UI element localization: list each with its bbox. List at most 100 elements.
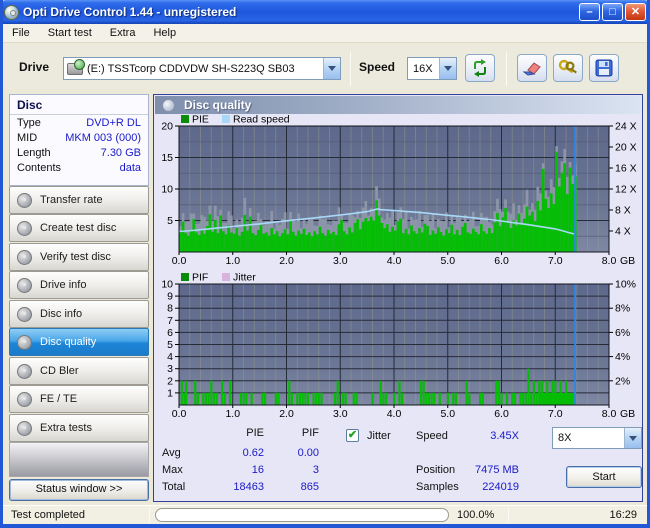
svg-text:Jitter: Jitter <box>233 272 256 284</box>
disc-quality-panel: Disc quality 5 10 15 20 4 X8 X 12 X 16 X 20 X 24… <box>153 94 643 502</box>
sidebar-item-label: Transfer rate <box>40 194 103 206</box>
speed-select-arrow[interactable] <box>439 58 456 79</box>
avg-pif-value: 0.00 <box>297 447 319 459</box>
refresh-arrows-icon <box>474 59 486 77</box>
svg-text:10%: 10% <box>615 279 636 291</box>
pie-readspeed-chart: 5 10 15 20 4 X 8 X 12 X 16 X 20 X 24 X 0.0 1.0 2.0 3.… <box>161 114 637 267</box>
menu-extra[interactable]: Extra <box>101 25 145 41</box>
svg-text:5.0: 5.0 <box>440 255 455 267</box>
disc-icon <box>17 334 32 350</box>
svg-text:2: 2 <box>167 375 173 387</box>
drive-select-value: (E:) TSSTcorp CDDVDW SH-S223Q SB03 <box>87 62 295 75</box>
menu-file[interactable]: File <box>3 25 39 41</box>
disc-mid-row: MID MKM 003 (000) <box>10 130 148 145</box>
minimize-button[interactable]: – <box>579 3 600 21</box>
disc-length-value: 7.30 GB <box>100 146 141 159</box>
status-window-button[interactable]: Status window >> <box>9 479 149 501</box>
close-button[interactable]: ✕ <box>625 3 646 21</box>
svg-text:0.0: 0.0 <box>172 408 187 420</box>
refresh-button[interactable] <box>465 54 495 82</box>
avg-label: Avg <box>162 447 181 459</box>
svg-text:6.0: 6.0 <box>494 408 509 420</box>
sidebar-item-label: Extra tests <box>40 422 92 434</box>
disc-icon <box>17 420 32 436</box>
speed-select[interactable]: 16X <box>407 57 457 80</box>
progress-percent: 100.0% <box>457 509 495 521</box>
panel-header: Disc quality <box>155 96 641 114</box>
sidebar-item-label: CD Bler <box>40 365 79 377</box>
sidebar-item-label: Create test disc <box>40 222 117 234</box>
menu-help[interactable]: Help <box>144 25 185 41</box>
test-speed-select[interactable]: 8X <box>552 427 642 449</box>
position-stat-label: Position <box>416 464 456 476</box>
speed-label: Speed <box>359 60 396 74</box>
jitter-checkbox[interactable]: ✔ <box>346 429 359 442</box>
panel-title: Disc quality <box>184 98 252 112</box>
register-button[interactable] <box>553 54 583 82</box>
disc-icon <box>17 192 32 208</box>
max-pie-value: 16 <box>251 464 264 476</box>
svg-text:5: 5 <box>167 215 173 227</box>
eraser-icon <box>522 62 541 76</box>
svg-text:8 X: 8 X <box>615 205 631 217</box>
toolbar: Drive (E:) TSSTcorp CDDVDW SH-S223Q SB03… <box>3 44 647 90</box>
disc-type-label: Type <box>17 116 41 129</box>
maximize-button[interactable]: □ <box>602 3 623 21</box>
svg-text:3.0: 3.0 <box>333 255 348 267</box>
sidebar-filler <box>9 442 149 477</box>
window-title: Opti Drive Control 1.44 - unregistered <box>23 5 237 19</box>
svg-text:7.0: 7.0 <box>548 408 563 420</box>
disc-icon <box>17 391 32 407</box>
svg-text:6%: 6% <box>615 327 630 339</box>
svg-text:3: 3 <box>167 363 173 375</box>
disc-contents-label: Contents <box>17 161 62 174</box>
disc-icon <box>17 220 32 236</box>
drive-select[interactable]: (E:) TSSTcorp CDDVDW SH-S223Q SB03 <box>63 57 341 80</box>
svg-text:1.0: 1.0 <box>225 408 240 420</box>
clock-text: 16:29 <box>609 509 637 521</box>
test-speed-select-arrow[interactable] <box>624 428 641 448</box>
svg-text:9: 9 <box>167 291 173 303</box>
disc-length-label: Length <box>17 146 51 159</box>
sidebar-item-transfer-rate[interactable]: Transfer rate <box>9 186 149 214</box>
svg-text:20: 20 <box>161 121 173 133</box>
max-pif-value: 3 <box>312 464 319 476</box>
save-button[interactable] <box>589 54 619 82</box>
sidebar-item-create-test-disc[interactable]: Create test disc <box>9 214 149 242</box>
sidebar-item-cd-bler[interactable]: CD Bler <box>9 357 149 385</box>
svg-text:6.0: 6.0 <box>494 255 509 267</box>
disc-length-row: Length 7.30 GB <box>10 145 148 160</box>
sidebar-item-disc-quality[interactable]: Disc quality <box>9 328 149 356</box>
erase-disc-button[interactable] <box>517 54 547 82</box>
svg-text:PIE: PIE <box>192 114 209 126</box>
menu-start-test[interactable]: Start test <box>39 25 101 41</box>
svg-text:15: 15 <box>161 152 173 164</box>
svg-text:8%: 8% <box>615 303 630 315</box>
disc-icon <box>17 277 32 293</box>
drive-label: Drive <box>19 60 50 74</box>
svg-text:4.0: 4.0 <box>387 255 402 267</box>
app-icon <box>4 4 19 20</box>
sidebar-item-disc-info[interactable]: Disc info <box>9 300 149 328</box>
sidebar-item-label: FE / TE <box>40 393 78 405</box>
sidebar-item-extra-tests[interactable]: Extra tests <box>9 414 149 442</box>
svg-text:10: 10 <box>161 184 173 196</box>
sidebar-item-label: Disc info <box>40 308 83 320</box>
menu-bar: File Start test Extra Help <box>3 24 647 43</box>
svg-text:GB: GB <box>620 408 635 420</box>
svg-text:2%: 2% <box>615 375 630 387</box>
title-bar: Opti Drive Control 1.44 - unregistered –… <box>3 0 647 24</box>
start-button[interactable]: Start <box>566 466 642 488</box>
drive-select-arrow[interactable] <box>323 58 340 79</box>
sidebar-item-verify-test-disc[interactable]: Verify test disc <box>9 243 149 271</box>
svg-text:PIF: PIF <box>192 272 208 284</box>
svg-text:1.0: 1.0 <box>225 255 240 267</box>
svg-text:3.0: 3.0 <box>333 408 348 420</box>
disc-mid-value: MKM 003 (000) <box>65 131 141 144</box>
sidebar-item-fe-te[interactable]: FE / TE <box>9 385 149 413</box>
svg-text:20 X: 20 X <box>615 142 637 154</box>
svg-text:10: 10 <box>161 279 173 291</box>
sidebar-item-drive-info[interactable]: Drive info <box>9 271 149 299</box>
pif-column-header: PIF <box>301 427 319 439</box>
speed-stat-label: Speed <box>416 430 448 442</box>
